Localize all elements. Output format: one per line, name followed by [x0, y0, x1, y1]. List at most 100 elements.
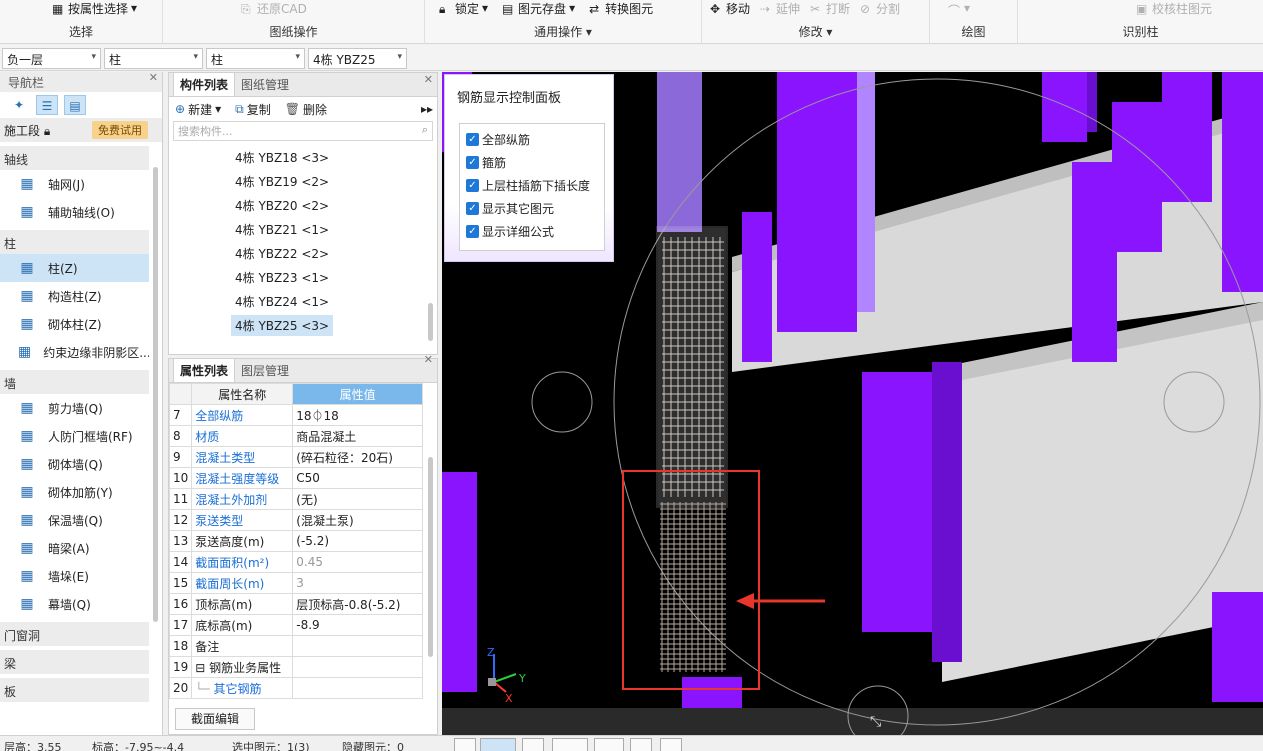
tab-layer-management[interactable]: 图层管理 — [235, 359, 295, 382]
floor-select[interactable]: 负一层 ▾ — [2, 48, 101, 69]
tab-drawing-management[interactable]: 图纸管理 — [235, 73, 295, 96]
property-row[interactable]: 13 泵送高度(m) (-5.2) — [168, 530, 423, 552]
save-element-button[interactable]: ▤ 图元存盘 ▾ — [502, 0, 575, 17]
property-row[interactable]: 17 底标高(m) -8.9 — [168, 614, 423, 636]
nav-item[interactable]: ▦ 砌体加筋(Y) — [0, 478, 149, 506]
property-value[interactable]: -8.9 — [292, 614, 423, 636]
property-row[interactable]: 15 截面周长(m) 3 — [168, 572, 423, 594]
component-scrollbar[interactable] — [428, 303, 433, 341]
property-row[interactable]: 10 混凝土强度等级 C50 — [168, 467, 423, 489]
nav-item[interactable]: ▦ 轴网(J) — [0, 170, 149, 198]
convert-element-button[interactable]: ⇄ 转换图元 — [589, 0, 653, 17]
property-value[interactable]: (无) — [292, 488, 423, 510]
property-row[interactable]: 11 混凝土外加剂 (无) — [168, 488, 423, 510]
property-value[interactable] — [292, 656, 423, 678]
component-item[interactable]: 4栋 YBZ20 <2> — [169, 193, 437, 217]
nav-scrollbar[interactable] — [153, 167, 158, 622]
nav-item[interactable]: ▦ 剪力墙(Q) — [0, 394, 149, 422]
nav-category[interactable]: 柱 — [0, 230, 149, 254]
snap-select-toggle[interactable] — [480, 738, 516, 751]
restore-cad-button[interactable]: ⎘ 还原CAD — [241, 0, 307, 17]
property-value[interactable]: 商品混凝土 — [292, 425, 423, 447]
nav-category[interactable]: 梁 — [0, 650, 149, 674]
nav-item[interactable]: ▦ 砌体墙(Q) — [0, 450, 149, 478]
rebar-option-checkbox[interactable]: ✓ 显示其它图元 — [460, 197, 604, 220]
component-item[interactable]: 4栋 YBZ21 <1> — [169, 217, 437, 241]
nav-item[interactable]: ▦ 构造柱(Z) — [0, 282, 149, 310]
property-row[interactable]: 14 截面面积(m²) 0.45 — [168, 551, 423, 573]
property-row[interactable]: 12 泵送类型 (混凝土泵) — [168, 509, 423, 531]
check-column-button[interactable]: ▣ 校核柱图元 — [1136, 0, 1212, 17]
nav-item[interactable]: ▦ 幕墙(Q) — [0, 590, 149, 618]
draw-arc-button[interactable]: ⌒ ▾ — [948, 1, 970, 18]
search-icon[interactable]: ⌕ — [422, 123, 428, 137]
component-item[interactable]: 4栋 YBZ18 <3> — [169, 145, 437, 169]
nav-category[interactable]: 轴线 — [0, 146, 149, 170]
rebar-option-checkbox[interactable]: ✓ 全部纵筋 — [460, 128, 604, 151]
component-item[interactable]: 4栋 YBZ24 <1> — [169, 289, 437, 313]
property-row[interactable]: 8 材质 商品混凝土 — [168, 425, 423, 447]
property-row[interactable]: 20 └─ 其它钢筋 — [168, 677, 423, 699]
property-row[interactable]: 16 顶标高(m) 层顶标高-0.8(-5.2) — [168, 593, 423, 615]
property-row[interactable]: 18 备注 — [168, 635, 423, 657]
component-item[interactable]: 4栋 YBZ23 <1> — [169, 265, 437, 289]
new-component-button[interactable]: ⊕ 新建 ▾ — [175, 101, 221, 118]
rebar-option-checkbox[interactable]: ✓ 显示详细公式 — [460, 220, 604, 243]
angle-toggle[interactable] — [660, 738, 682, 751]
draw-mode-toggle[interactable] — [552, 738, 588, 751]
nav-category[interactable]: 板 — [0, 678, 149, 702]
close-icon[interactable]: ✕ — [424, 73, 433, 86]
nav-item[interactable]: ▦ 墙垛(E) — [0, 562, 149, 590]
free-trial-badge[interactable]: 免费试用 — [92, 121, 148, 139]
display-toggle[interactable] — [630, 738, 652, 751]
section-edit-button[interactable]: 截面编辑 — [175, 708, 255, 730]
list-view-icon[interactable]: ☰ — [36, 95, 58, 115]
trim-toggle[interactable] — [522, 738, 544, 751]
property-value[interactable]: 18⏀18 — [292, 404, 423, 426]
property-value[interactable]: C50 — [292, 467, 423, 489]
nav-item[interactable]: ▦ 保温墙(Q) — [0, 506, 149, 534]
pin-icon[interactable]: ✦ — [8, 95, 30, 115]
rebar-option-checkbox[interactable]: ✓ 箍筋 — [460, 151, 604, 174]
property-value[interactable]: 3 — [292, 572, 423, 594]
rebar-option-checkbox[interactable]: ✓ 上层柱插筋下插长度 — [460, 174, 604, 197]
break-button[interactable]: ✂ 打断 — [810, 0, 850, 17]
nav-item[interactable]: ▦ 柱(Z) — [0, 254, 149, 282]
close-icon[interactable]: ✕ — [149, 72, 158, 84]
property-value[interactable]: 0.45 — [292, 551, 423, 573]
close-icon[interactable]: ✕ — [424, 353, 433, 366]
property-row[interactable]: 7 全部纵筋 18⏀18 — [168, 404, 423, 426]
component-item[interactable]: 4栋 YBZ19 <2> — [169, 169, 437, 193]
copy-component-button[interactable]: ⧉ 复制 — [235, 101, 271, 118]
lock-button[interactable]: 🔒︎ 锁定 ▾ — [439, 0, 488, 17]
property-value[interactable]: 层顶标高-0.8(-5.2) — [292, 593, 423, 615]
nav-item[interactable]: ▦ 砌体柱(Z) — [0, 310, 149, 338]
property-value[interactable]: (碎石粒径：20石) — [292, 446, 423, 468]
extend-button[interactable]: ⇢ 延伸 — [760, 0, 800, 17]
property-value[interactable]: (-5.2) — [292, 530, 423, 552]
tab-component-list[interactable]: 构件列表 — [173, 72, 236, 96]
nav-item[interactable]: ▦ 暗梁(A) — [0, 534, 149, 562]
component-select[interactable]: 4栋 YBZ25 ▾ — [308, 48, 407, 69]
category-select[interactable]: 柱 ▾ — [104, 48, 203, 69]
delete-component-button[interactable]: 🗑︎ 删除 — [285, 101, 327, 118]
construction-stage-row[interactable]: 施工段 🔒︎ 免费试用 — [0, 118, 162, 142]
move-button[interactable]: ✥ 移动 — [710, 0, 750, 17]
nav-category[interactable]: 墙 — [0, 370, 149, 394]
nav-item[interactable]: ▦ 辅助轴线(O) — [0, 198, 149, 226]
ortho-toggle[interactable] — [454, 738, 476, 751]
property-row[interactable]: 19 ⊟ 钢筋业务属性 — [168, 656, 423, 678]
split-button[interactable]: ⊘ 分割 — [860, 0, 900, 17]
property-value[interactable] — [292, 635, 423, 657]
property-scrollbar[interactable] — [428, 457, 433, 657]
property-value[interactable]: (混凝土泵) — [292, 509, 423, 531]
type-select[interactable]: 柱 ▾ — [206, 48, 305, 69]
select-by-property-button[interactable]: ▦ 按属性选择 ▾ — [52, 0, 137, 17]
nav-item[interactable]: ▦ 约束边缘非阴影区... — [0, 338, 149, 366]
nav-item[interactable]: ▦ 人防门框墙(RF) — [0, 422, 149, 450]
nav-category[interactable]: 门窗洞 — [0, 622, 149, 646]
point-snap-toggle[interactable] — [594, 738, 624, 751]
component-search-input[interactable]: 搜索构件... ⌕ — [173, 121, 433, 141]
collapse-icon[interactable]: ⊟ — [195, 661, 209, 675]
component-item[interactable]: 4栋 YBZ22 <2> — [169, 241, 437, 265]
